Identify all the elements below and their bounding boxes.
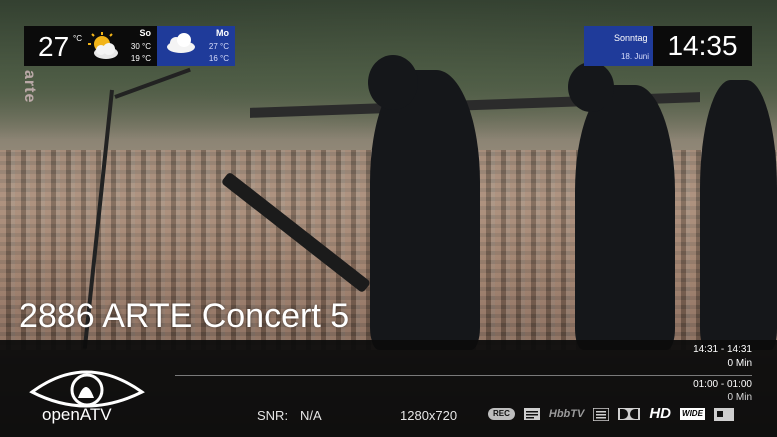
dolby-icon [618,408,641,420]
current-time: 14:35 [653,26,752,66]
date-panel: Sonntag 18. Juni [584,26,653,66]
weather-today-high: 30 °C [130,42,151,51]
performer-2-head [568,62,614,112]
video-resolution: 1280x720 [400,408,458,423]
teletext-icon [593,407,610,421]
hbbtv-indicator-icon: HbbTV [548,408,585,420]
weekday: Sonntag [614,33,648,43]
weather-tomorrow: Mo 27 °C 16 °C [157,26,235,66]
snr-value: N/A [300,408,322,423]
current-event-duration: 0 Min [727,358,752,369]
event-progress-bar [175,375,752,376]
partly-sunny-icon [88,32,118,59]
infobar: openATV 14:31 - 14:31 0 Min 01:00 - 01:0… [0,340,777,437]
weather-tomorrow-low: 16 °C [208,54,229,63]
widescreen-indicator-icon: WIDE [680,408,705,420]
channel-name: 2886 ARTE Concert 5 [19,297,350,335]
arte-watermark: arte [21,70,38,104]
performer-3 [700,80,777,350]
weather-tomorrow-high: 27 °C [208,42,229,51]
weather-today-low: 19 °C [130,54,151,63]
hd-indicator-icon: HD [649,405,672,422]
date: 18. Juni [620,52,649,61]
clock-widget: Sonntag 18. Juni 14:35 [584,26,752,66]
snr-label: SNR: [257,408,289,423]
cloudy-icon [167,33,195,53]
weather-today-day: So [139,28,151,38]
performer-1 [370,70,480,350]
next-event-duration: 0 Min [727,392,752,403]
current-temperature: 27 [38,31,70,62]
brand-name: openATV [42,405,112,424]
subtitle-icon [713,407,734,421]
temperature-unit: °C [73,34,82,43]
weather-tomorrow-day: Mo [216,28,229,38]
performer-1-head [368,55,418,110]
epg-icon [523,408,540,420]
weather-widget: 27 °C So 30 °C 19 °C Mo 27 °C 16 °C [24,26,235,66]
next-event-time: 01:00 - 01:00 [693,379,752,390]
weather-today: 27 °C So 30 °C 19 °C [24,26,157,66]
current-event-time: 14:31 - 14:31 [693,344,752,355]
rec-indicator-icon: REC [488,408,515,420]
performer-2 [575,85,675,350]
status-indicators: REC HbbTV HD WIDE [488,406,734,422]
